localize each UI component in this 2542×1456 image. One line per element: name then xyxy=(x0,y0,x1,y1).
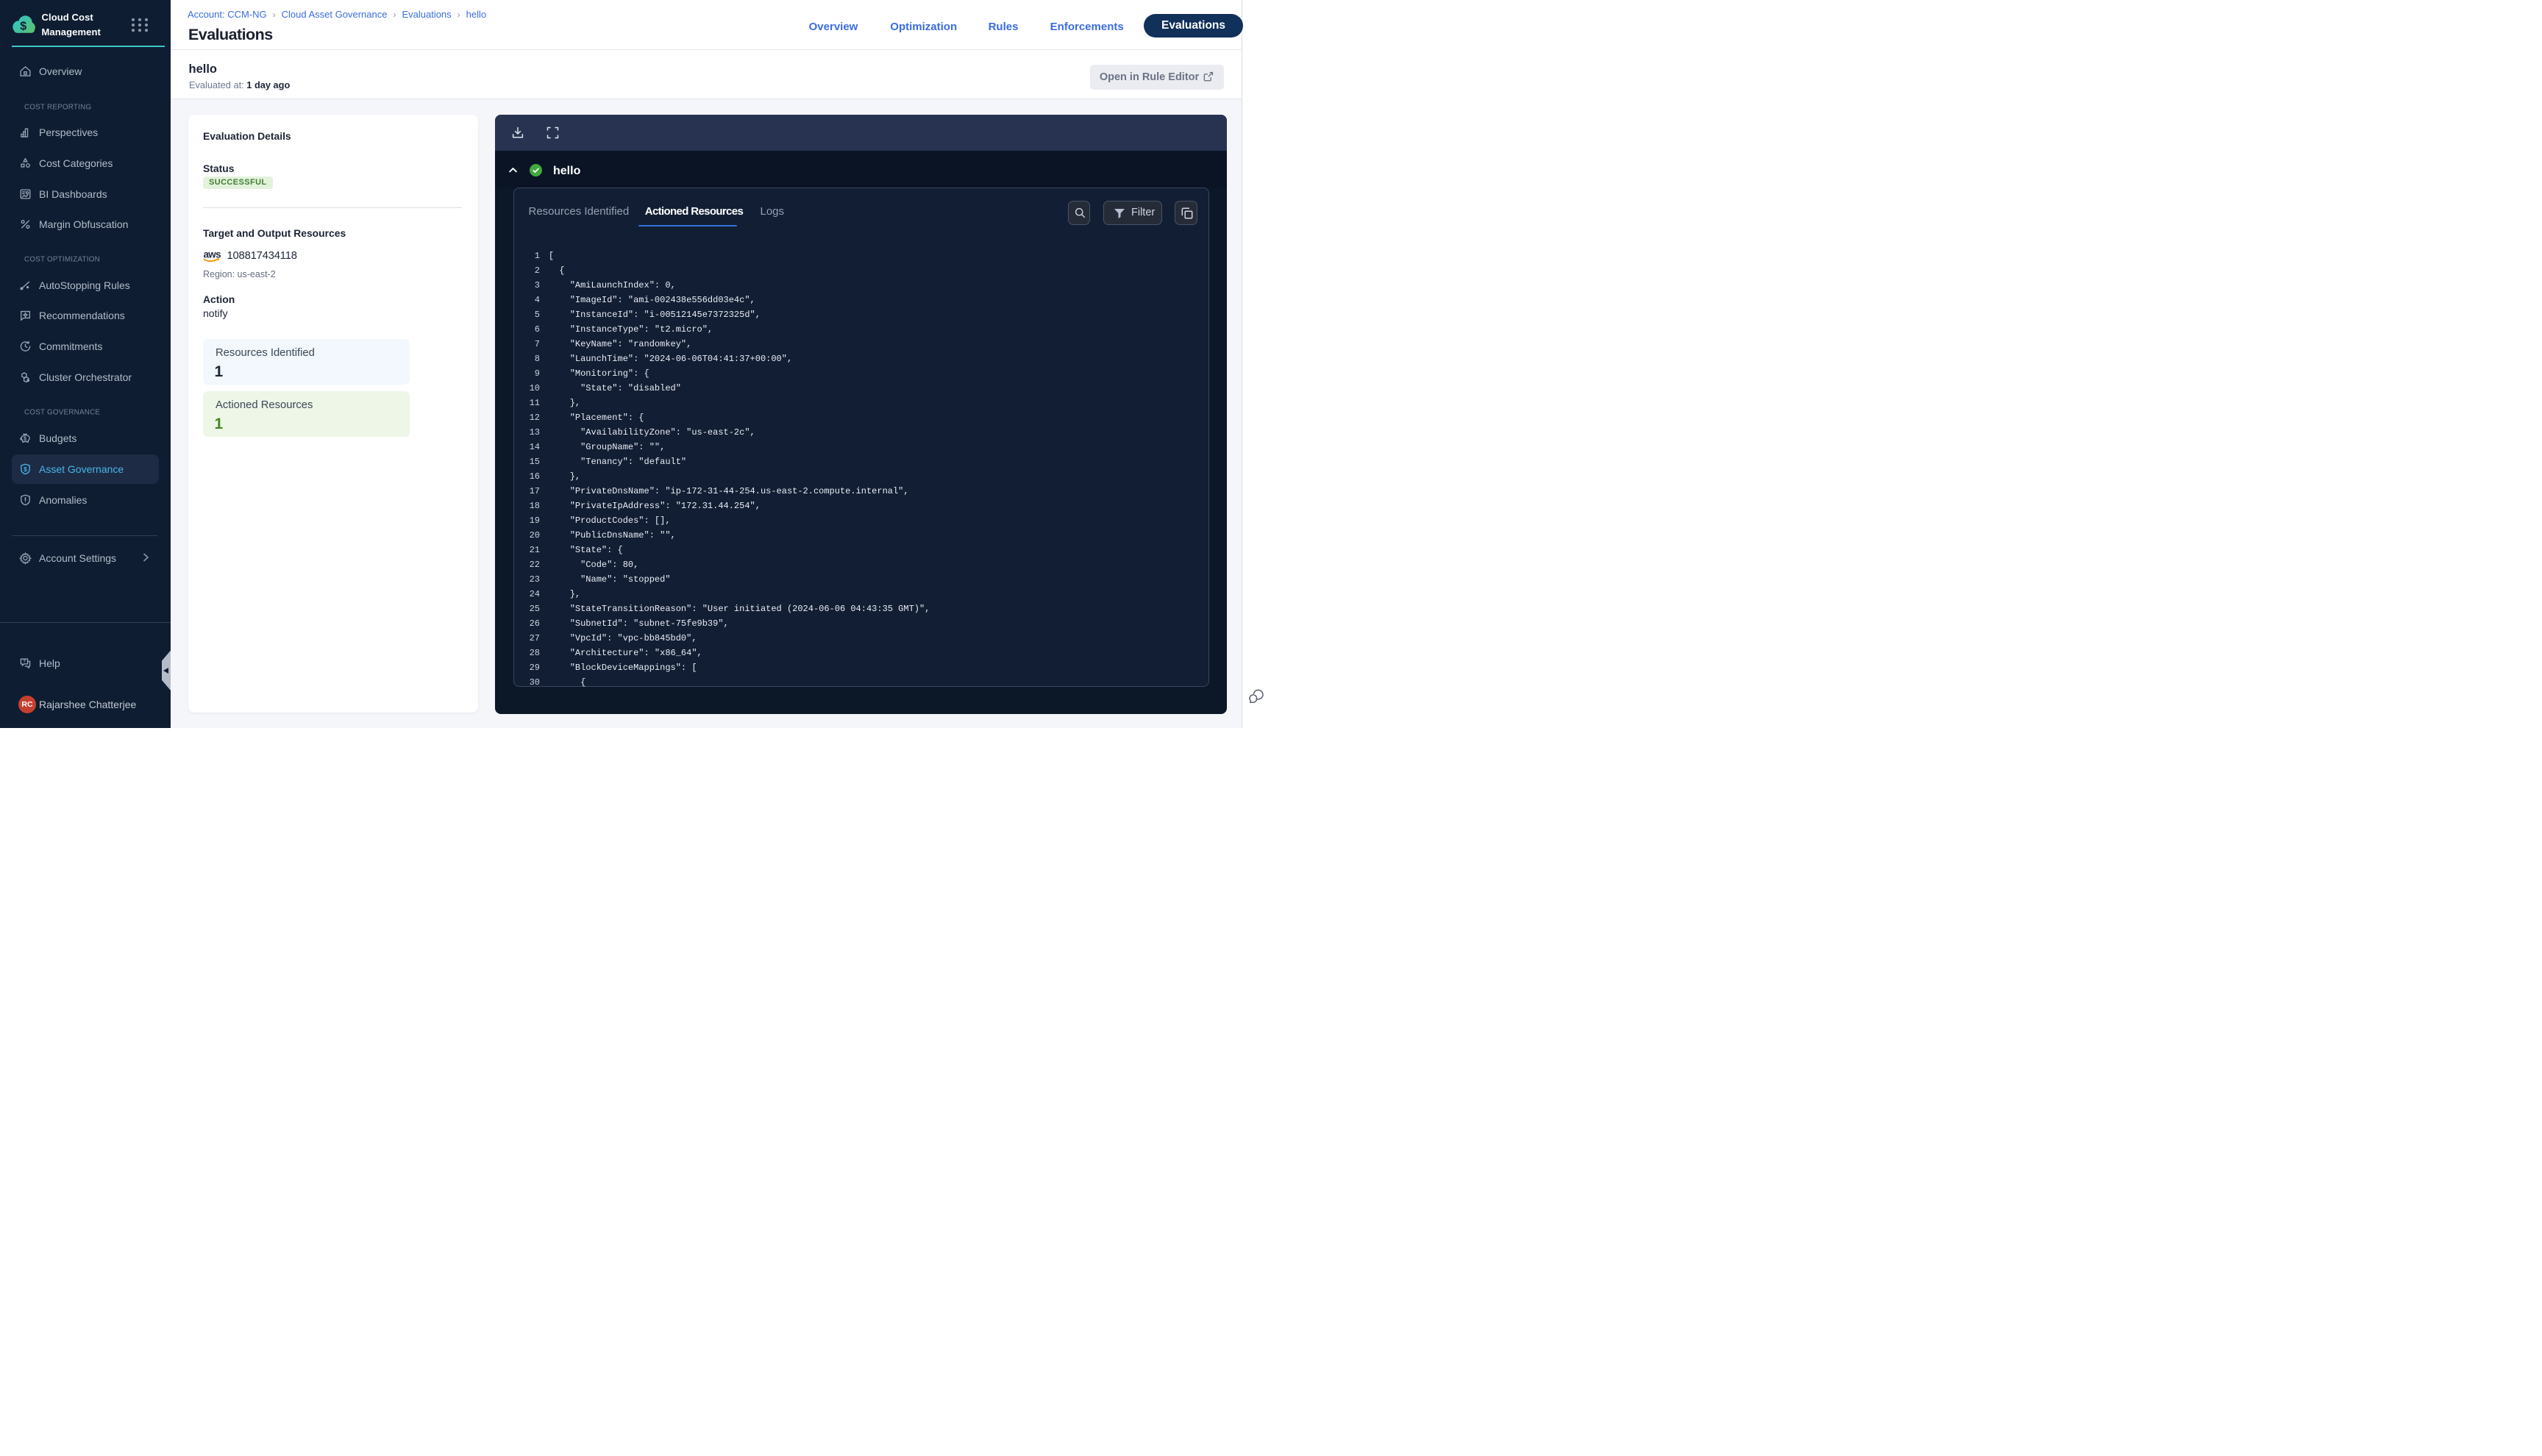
svg-text:$: $ xyxy=(20,21,26,33)
svg-text:$: $ xyxy=(24,436,26,442)
svg-text:$: $ xyxy=(24,466,27,473)
svg-text:?: ? xyxy=(23,659,26,664)
